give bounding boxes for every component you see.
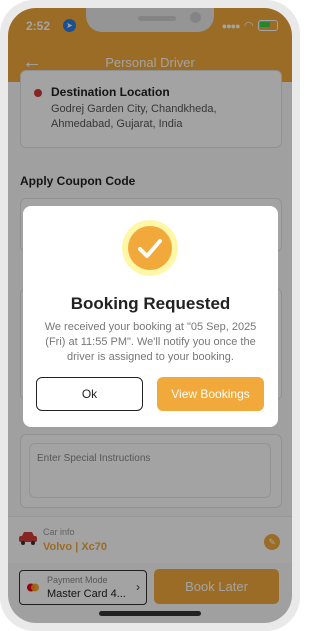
booking-requested-dialog: Booking Requested We received your booki…	[23, 206, 278, 427]
view-bookings-button[interactable]: View Bookings	[157, 377, 264, 411]
dialog-message: We received your booking at "05 Sep, 202…	[44, 321, 257, 363]
phone-frame: 2:52 ➤ ●●●● ◠ ← Personal Driver Destinat…	[0, 0, 300, 631]
ok-button[interactable]: Ok	[36, 377, 143, 411]
success-check-icon	[128, 226, 172, 270]
success-check-glow	[122, 220, 178, 276]
dialog-title: Booking Requested	[70, 294, 231, 313]
checkmark-icon	[138, 239, 162, 258]
home-indicator	[99, 611, 201, 616]
app-screen: 2:52 ➤ ●●●● ◠ ← Personal Driver Destinat…	[8, 8, 292, 623]
